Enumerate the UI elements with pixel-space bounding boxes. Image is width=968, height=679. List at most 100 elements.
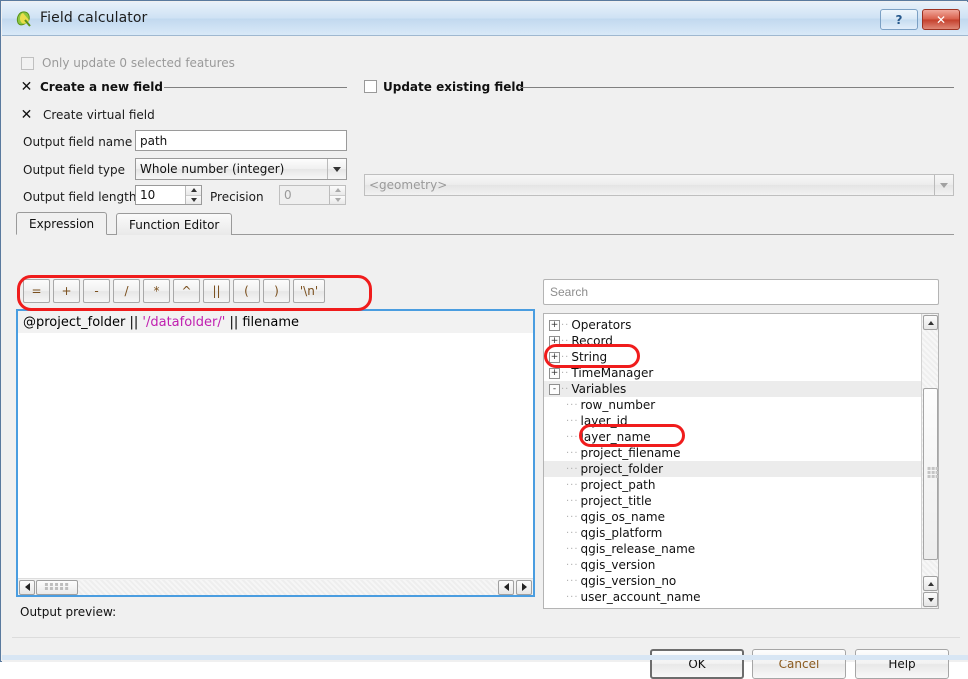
tab-expression[interactable]: Expression: [16, 212, 108, 235]
tab-expression-label: Expression: [29, 216, 95, 231]
output-field-length-label: Output field length: [23, 190, 137, 204]
output-field-length-stepper[interactable]: 10: [135, 185, 202, 205]
window-title: Field calculator: [40, 10, 148, 26]
tree-connector-icon: ···: [566, 431, 579, 443]
tree-connector-icon: ···: [566, 447, 579, 459]
tree-item-label: qgis_version: [580, 558, 656, 572]
spin-up-icon[interactable]: [186, 186, 201, 196]
tree-item-project_path[interactable]: ··· project_path: [544, 477, 938, 493]
vscroll-thumb[interactable]: ▪▪▪ ▪▪▪ ▪▪▪: [923, 388, 938, 560]
update-existing-field-checkbox[interactable]: [364, 80, 377, 93]
op-concat-button[interactable]: ||: [203, 279, 230, 303]
tree-connector-icon: ···: [566, 527, 579, 539]
op-equals-button[interactable]: =: [23, 279, 50, 303]
tree-connector-icon: ···: [566, 543, 579, 555]
expand-icon[interactable]: +: [549, 335, 560, 347]
tree-vertical-scrollbar[interactable]: ▪▪▪ ▪▪▪ ▪▪▪: [921, 314, 938, 608]
tree-item-label: layer_id: [580, 414, 628, 428]
output-field-name-label: Output field name: [23, 135, 133, 149]
tree-item-record[interactable]: + ·· Record: [544, 333, 938, 349]
scroll-left-icon[interactable]: [19, 579, 35, 595]
create-new-field-label: Create a new field: [40, 80, 163, 94]
spinner-arrows: [329, 186, 345, 204]
tab-strip: Expression Function Editor: [16, 212, 954, 235]
expand-icon[interactable]: +: [549, 367, 560, 379]
expression-horizontal-scrollbar[interactable]: ▪▪▪▪▪ ▪▪▪▪▪: [18, 578, 533, 595]
tree-connector-icon: ···: [566, 415, 579, 427]
op-close-paren-button[interactable]: ): [263, 279, 290, 303]
tree-connector-icon: ··: [561, 383, 570, 395]
expression-text-line[interactable]: @project_folder || '/datafolder/' || fil…: [18, 311, 533, 333]
tree-item-timemanager[interactable]: + ·· TimeManager: [544, 365, 938, 381]
expression-items-tree[interactable]: + ·· Operators + ·· Record + ·· String + ·· TimeMan…: [543, 313, 939, 609]
precision-label: Precision: [210, 190, 264, 204]
tree-item-qgis_os_name[interactable]: ··· qgis_os_name: [544, 509, 938, 525]
question-mark-icon: ?: [895, 12, 903, 27]
qgis-logo-icon: [14, 9, 34, 29]
tree-item-label: Operators: [571, 318, 632, 332]
hscroll-track[interactable]: [78, 579, 497, 595]
collapse-icon[interactable]: -: [549, 383, 560, 395]
tab-function-editor[interactable]: Function Editor: [116, 213, 233, 235]
output-field-type-combo[interactable]: Whole number (integer): [135, 158, 347, 180]
create-virtual-field-checkbox[interactable]: ✕: [20, 107, 33, 123]
expand-icon[interactable]: +: [549, 319, 560, 331]
existing-field-value: <geometry>: [369, 178, 448, 192]
search-input[interactable]: [543, 279, 939, 305]
output-field-name-input[interactable]: [135, 130, 347, 151]
op-plus-button[interactable]: +: [53, 279, 80, 303]
scroll-down-icon-upper[interactable]: [923, 576, 938, 591]
tree-item-string[interactable]: + ·· String: [544, 349, 938, 365]
scroll-right-icon[interactable]: [516, 579, 532, 595]
close-icon: ✕: [935, 12, 947, 27]
tree-item-project_title[interactable]: ··· project_title: [544, 493, 938, 509]
titlebar: Field calculator ? ✕: [2, 2, 968, 36]
op-multiply-button[interactable]: *: [143, 279, 170, 303]
spinner-arrows[interactable]: [185, 186, 201, 204]
op-newline-button[interactable]: '\n': [293, 279, 325, 303]
scroll-up-icon[interactable]: [923, 315, 938, 330]
footer-divider: [12, 637, 960, 638]
cancel-button[interactable]: Cancel: [752, 649, 846, 679]
output-field-length-value: 10: [140, 188, 156, 202]
tree-item-project_folder[interactable]: ··· project_folder: [544, 461, 938, 477]
tree-item-project_filename[interactable]: ··· project_filename: [544, 445, 938, 461]
tree-item-qgis_version[interactable]: ··· qgis_version: [544, 557, 938, 573]
chevron-down-icon[interactable]: [327, 159, 346, 179]
op-power-button[interactable]: ^: [173, 279, 200, 303]
help-titlebar-button[interactable]: ?: [880, 9, 918, 30]
spin-down-icon: [330, 195, 345, 204]
tree-item-qgis_version_no[interactable]: ··· qgis_version_no: [544, 573, 938, 589]
tree-item-label: layer_name: [580, 430, 651, 444]
tree-item-variables[interactable]: - ·· Variables: [544, 381, 938, 397]
op-minus-button[interactable]: -: [83, 279, 110, 303]
op-divide-button[interactable]: /: [113, 279, 140, 303]
expand-icon[interactable]: +: [549, 351, 560, 363]
tab-function-editor-label: Function Editor: [129, 217, 220, 232]
tree-item-layer_name[interactable]: ··· layer_name: [544, 429, 938, 445]
create-new-field-checkbox[interactable]: ✕: [20, 79, 33, 95]
close-button[interactable]: ✕: [922, 9, 960, 30]
scroll-left-icon-2[interactable]: [498, 579, 514, 595]
tree-item-label: user_account_name: [580, 590, 701, 604]
output-field-type-label: Output field type: [23, 163, 126, 177]
tree-item-qgis_release_name[interactable]: ··· qgis_release_name: [544, 541, 938, 557]
hscroll-thumb[interactable]: ▪▪▪▪▪ ▪▪▪▪▪: [36, 579, 78, 595]
tree-item-label: TimeManager: [571, 366, 654, 380]
existing-field-combo: <geometry>: [364, 174, 954, 196]
output-preview-label: Output preview:: [20, 605, 117, 619]
tree-item-operators[interactable]: + ·· Operators: [544, 317, 938, 333]
tree-item-label: project_path: [580, 478, 656, 492]
spin-down-icon[interactable]: [186, 195, 201, 204]
tree-item-user_account_name[interactable]: ··· user_account_name: [544, 589, 938, 605]
tree-item-layer_id[interactable]: ··· layer_id: [544, 413, 938, 429]
op-open-paren-button[interactable]: (: [233, 279, 260, 303]
expression-editor[interactable]: @project_folder || '/datafolder/' || fil…: [16, 309, 535, 597]
ok-button[interactable]: OK: [650, 649, 744, 679]
tree-item-row_number[interactable]: ··· row_number: [544, 397, 938, 413]
scroll-down-icon[interactable]: [923, 592, 938, 607]
tree-item-label: qgis_os_name: [580, 510, 665, 524]
tree-item-qgis_platform[interactable]: ··· qgis_platform: [544, 525, 938, 541]
bottom-strip: [2, 655, 968, 660]
help-button[interactable]: Help: [855, 649, 949, 679]
